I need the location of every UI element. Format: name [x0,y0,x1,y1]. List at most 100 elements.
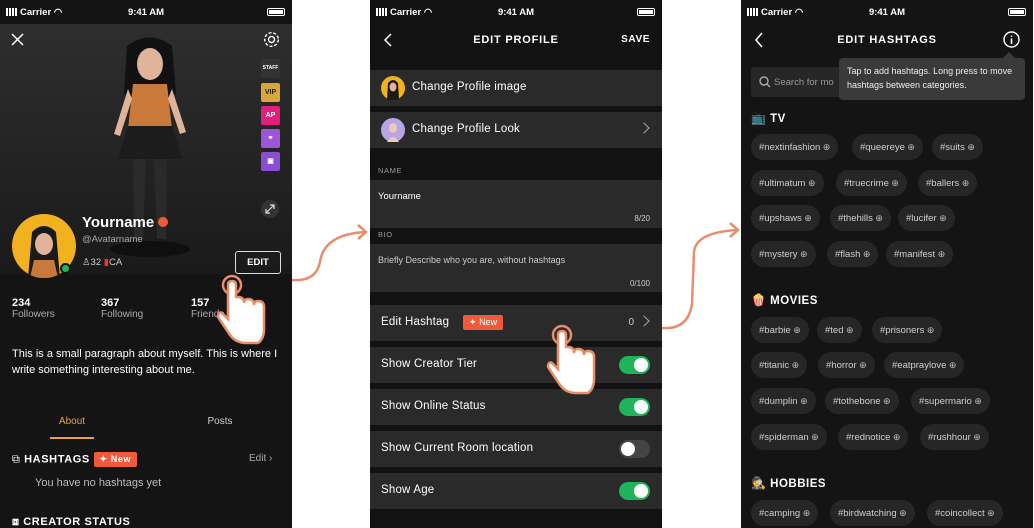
change-profile-look-row[interactable]: Change Profile Look [370,112,662,148]
ap-badge: AP [261,106,280,125]
hashtag-chip[interactable]: #thehills [830,205,891,231]
hashtag-chip[interactable]: #ted [817,317,862,343]
edit-profile-button[interactable]: EDIT [235,251,281,274]
hashtag-chip[interactable]: #lucifer [898,205,955,231]
age-toggle[interactable] [619,482,650,500]
hashtag-chip[interactable]: #barbie [751,317,809,343]
hashtag-chip[interactable]: #queereye [852,134,923,160]
profile-name: Yourname [82,214,169,231]
hashtag-chip[interactable]: #supermario [911,388,990,414]
cube-badge: ▣ [261,152,280,171]
gear-icon[interactable] [263,31,280,48]
show-creator-tier-row: Show Creator Tier [370,347,662,383]
name-label: NAME [378,166,403,175]
vip-badge: VIP [261,83,280,102]
new-badge: ✦ New [463,315,504,330]
look-thumb [381,118,405,142]
online-status-toggle[interactable] [619,398,650,416]
bio-char-count: 0/100 [629,279,650,288]
help-tooltip: Tap to add hashtags. Long press to move … [839,58,1025,100]
hashtag-chip[interactable]: #coincollect [927,500,1003,526]
bio-field[interactable]: Briefly Describe who you are, without ha… [370,244,662,292]
close-icon[interactable] [11,33,24,46]
profile-meta: ♙32 ▮CA [82,257,123,268]
hashtag-chip[interactable]: #rushhour [920,424,989,450]
bio-label: BIO [378,230,393,239]
hashtag-chip[interactable]: #rednotice [838,424,909,450]
flow-arrow-2 [661,222,740,330]
room-location-toggle[interactable] [619,440,650,458]
page-title: EDIT HASHTAGS [837,34,937,46]
new-badge: ✦ New [93,452,138,467]
hashtag-chip[interactable]: #suits [932,134,983,160]
hashtag-icon: ⧉ [12,453,21,466]
show-room-location-row: Show Current Room location [370,431,662,467]
hashtag-chip[interactable]: #spiderman [751,424,827,450]
followers-stat[interactable]: 234 Followers [12,297,55,320]
hashtags-empty: You have no hashtags yet [35,477,162,489]
link-badge: ⚭ [261,129,280,148]
flow-arrow-1 [291,224,368,282]
tooltip-pointer [1003,52,1015,58]
hashtag-chip[interactable]: #eatpraylove [884,352,965,378]
hashtag-chip[interactable]: #flash [827,241,879,267]
creator-icon: ⧈ [12,516,20,528]
tab-posts[interactable]: Posts [198,416,242,427]
hashtag-chip[interactable]: #horror [818,352,875,378]
hashtag-chip[interactable]: #camping [751,500,819,526]
hashtag-count: 0 [628,317,634,328]
battery-icon [637,8,655,16]
following-stat[interactable]: 367 Following [101,297,143,320]
hashtag-chip[interactable]: #dumplin [751,388,816,414]
hashtag-chip[interactable]: #titanic [751,352,808,378]
show-age-row: Show Age [370,473,662,509]
popcorn-icon: 🍿 [751,293,767,307]
edit-hashtags-screen: Carrier ◠ 9:41 AM EDIT HASHTAGS Search f… [741,0,1033,528]
verified-icon [158,217,169,227]
status-bar: Carrier ◠ 9:41 AM [370,0,662,24]
category-hobbies: 🕵 HOBBIES [751,476,827,490]
profile-bio: This is a small paragraph about myself. … [12,348,278,376]
avatar-thumb [381,76,405,100]
tab-indicator [50,437,94,439]
user-icon: ♙ [82,257,91,268]
hashtags-edit-link[interactable]: Edit › [249,453,272,464]
search-icon [759,76,771,88]
category-tv: 📺 TV [751,111,786,125]
hashtag-chip[interactable]: #ballers [918,170,978,196]
hashtag-chip[interactable]: #truecrime [836,170,907,196]
tap-hand-icon [546,324,596,395]
profile-handle: @Avatarname [82,234,143,245]
tab-about[interactable]: About [50,416,94,427]
expand-icon[interactable] [261,200,279,218]
hashtag-chip[interactable]: #ultimatum [751,170,824,196]
hashtag-chip[interactable]: #prisoners [872,317,943,343]
edit-profile-screen: Carrier ◠ 9:41 AM EDIT PROFILE SAVE Chan… [370,0,662,528]
edit-hashtag-row[interactable]: Edit Hashtag ✦ New 0 [370,305,662,341]
chevron-right-icon: › [269,453,273,464]
show-online-status-row: Show Online Status [370,389,662,425]
status-time: 9:41 AM [497,7,535,18]
name-char-count: 8/20 [634,214,650,223]
staff-badge: STAFF [261,59,280,78]
save-button[interactable]: SAVE [621,34,650,45]
tv-icon: 📺 [751,111,767,125]
name-field[interactable]: Yourname 8/20 [370,180,662,228]
hashtag-chip[interactable]: #tothebone [825,388,899,414]
battery-icon [1008,8,1026,16]
hashtag-chip[interactable]: #birdwatching [830,500,915,526]
creator-tier-toggle[interactable] [619,356,650,374]
online-indicator [60,263,71,274]
status-bar: Carrier ◠ 9:41 AM [0,0,292,24]
change-profile-image-row[interactable]: Change Profile image [370,70,662,106]
creator-status-header: ⧈ CREATOR STATUS [12,516,131,528]
battery-icon [267,8,285,16]
hashtag-chip[interactable]: #nextinfashion [751,134,839,160]
status-time: 9:41 AM [127,7,165,18]
status-time: 9:41 AM [868,7,906,18]
hashtag-chip[interactable]: #mystery [751,241,816,267]
info-icon[interactable] [1003,31,1020,48]
hashtag-chip[interactable]: #manifest [886,241,954,267]
hashtag-chip[interactable]: #upshaws [751,205,820,231]
link-icon: ⚭ [267,135,274,142]
